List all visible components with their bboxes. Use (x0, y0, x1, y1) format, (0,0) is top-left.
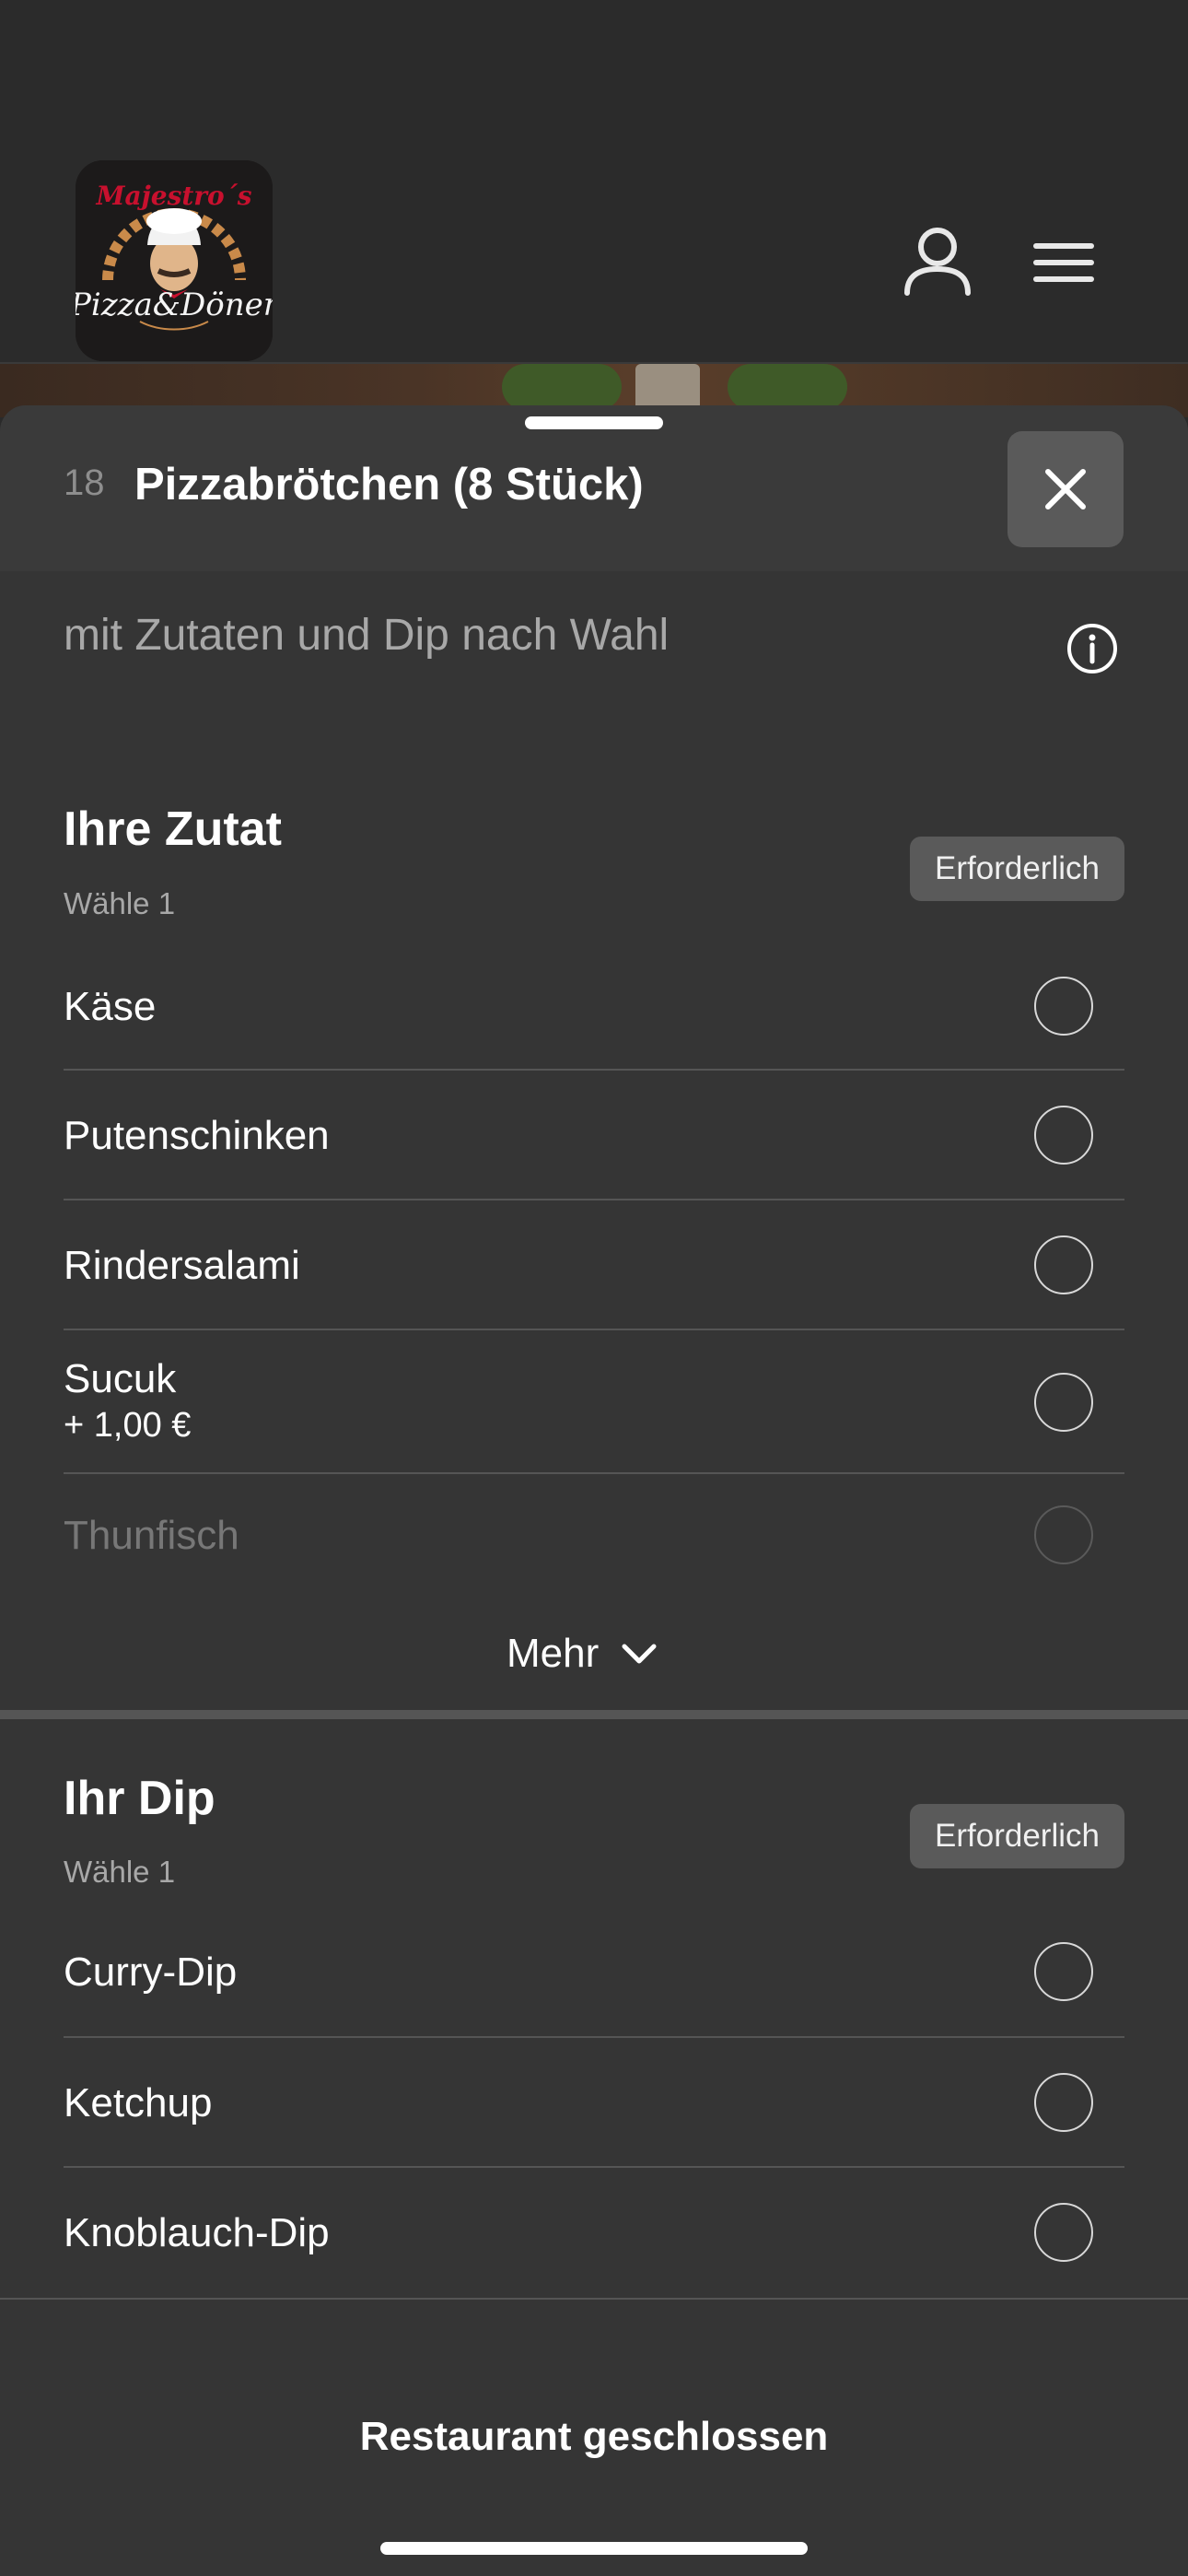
logo-top-text: Majestro´s (96, 181, 252, 211)
option-price: + 1,00 € (64, 1406, 192, 1445)
restaurant-status: Restaurant geschlossen (359, 2414, 829, 2459)
option-knoblauch-dip[interactable]: Knoblauch-Dip (64, 2168, 1124, 2298)
option-label: Ketchup (64, 2080, 213, 2125)
option-thunfisch[interactable]: Thunfisch (64, 1474, 1124, 1585)
group-subtitle-dip: Wähle 1 (64, 1855, 176, 1889)
footer-divider (0, 2298, 1188, 2300)
sheet-header: 18 Pizzabrötchen (8 Stück) (0, 405, 1188, 571)
required-badge: Erforderlich (910, 1804, 1124, 1868)
product-sheet: 18 Pizzabrötchen (8 Stück) mit Zutaten u… (0, 405, 1188, 2576)
page: Majestro´s Pizza&Döner 18 Pizzabrötchen … (0, 0, 1188, 2576)
close-icon (1045, 469, 1086, 509)
item-title: Pizzabrötchen (8 Stück) (134, 460, 644, 509)
option-kaese[interactable]: Käse (64, 940, 1124, 1071)
required-badge: Erforderlich (910, 837, 1124, 901)
radio-button[interactable] (1034, 1106, 1093, 1165)
home-indicator (380, 2542, 808, 2555)
sheet-grabber[interactable] (525, 416, 663, 429)
option-label: Curry-Dip (64, 1950, 238, 1995)
radio-button[interactable] (1034, 1373, 1093, 1432)
more-button[interactable]: Mehr (507, 1622, 658, 1686)
option-label: Sucuk (64, 1356, 177, 1401)
user-icon[interactable] (898, 221, 977, 300)
option-label: Putenschinken (64, 1113, 330, 1158)
option-sucuk[interactable]: Sucuk + 1,00 € (64, 1330, 1124, 1474)
option-label: Knoblauch-Dip (64, 2210, 330, 2255)
option-label: Thunfisch (64, 1513, 239, 1558)
radio-button[interactable] (1034, 1235, 1093, 1294)
option-label: Käse (64, 984, 157, 1029)
info-icon[interactable] (1066, 622, 1119, 675)
radio-button[interactable] (1034, 1942, 1093, 2001)
more-label: Mehr (507, 1631, 600, 1676)
section-divider (0, 1710, 1188, 1719)
app-header: Majestro´s Pizza&Döner (0, 0, 1188, 364)
chevron-down-icon (622, 1644, 657, 1664)
hamburger-menu-icon[interactable] (1027, 235, 1101, 290)
group-title-dip: Ihr Dip (64, 1772, 215, 1825)
radio-button[interactable] (1034, 2203, 1093, 2262)
group-title-zutat: Ihre Zutat (64, 802, 282, 856)
option-rindersalami[interactable]: Rindersalami (64, 1200, 1124, 1330)
radio-button[interactable] (1034, 2073, 1093, 2132)
logo-bottom-text: Pizza&Döner (76, 287, 273, 323)
option-ketchup[interactable]: Ketchup (64, 2038, 1124, 2168)
radio-button[interactable] (1034, 977, 1093, 1036)
radio-button[interactable] (1034, 1505, 1093, 1564)
restaurant-logo[interactable]: Majestro´s Pizza&Döner (76, 160, 273, 361)
group-subtitle-zutat: Wähle 1 (64, 886, 176, 920)
logo-image: Majestro´s Pizza&Döner (76, 160, 273, 361)
option-curry-dip[interactable]: Curry-Dip (64, 1907, 1124, 2038)
item-number: 18 (64, 463, 105, 503)
close-button[interactable] (1007, 431, 1124, 547)
item-description: mit Zutaten und Dip nach Wahl (64, 611, 670, 660)
option-putenschinken[interactable]: Putenschinken (64, 1071, 1124, 1200)
option-label: Rindersalami (64, 1243, 300, 1288)
